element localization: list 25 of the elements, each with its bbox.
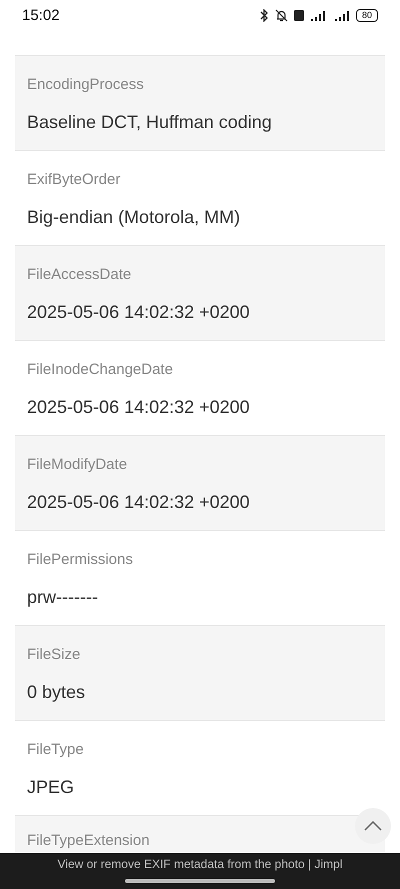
field-label: FilePermissions — [27, 551, 134, 568]
field-value: 2025-05-06 14:02:32 +0200 — [27, 396, 251, 418]
signal-icon — [310, 9, 328, 21]
field-label: FileModifyDate — [27, 456, 128, 473]
field-value: 2025-05-06 14:02:32 +0200 — [27, 491, 251, 513]
field-label: FileInodeChangeDate — [27, 361, 174, 378]
chevron-up-icon — [364, 821, 382, 831]
field-value: prw------- — [27, 586, 99, 608]
field-value: 0 bytes — [27, 681, 86, 703]
field-value: Big-endian (Motorola, MM) — [27, 206, 242, 228]
battery-icon: 80 — [356, 8, 378, 22]
field-label: FileType — [27, 741, 85, 758]
field-value: Baseline DCT, Huffman coding — [27, 111, 273, 133]
field-label: EncodingProcess — [27, 76, 145, 93]
status-time: 15:02 — [22, 6, 60, 24]
field-label: FileSize — [27, 646, 82, 663]
field-value: 2025-05-06 14:02:32 +0200 — [27, 301, 251, 323]
signal-icon — [334, 9, 350, 21]
field-label: FileAccessDate — [27, 266, 132, 283]
field-value: JPEG — [27, 776, 76, 798]
field-label: ExifByteOrder — [27, 171, 122, 188]
page-title: View or remove EXIF metadata from the photo | Jimpl — [57, 857, 343, 871]
muted-bell-icon — [274, 8, 288, 22]
bluetooth-icon — [258, 8, 269, 22]
field-label: FileTypeExtension — [27, 832, 151, 849]
